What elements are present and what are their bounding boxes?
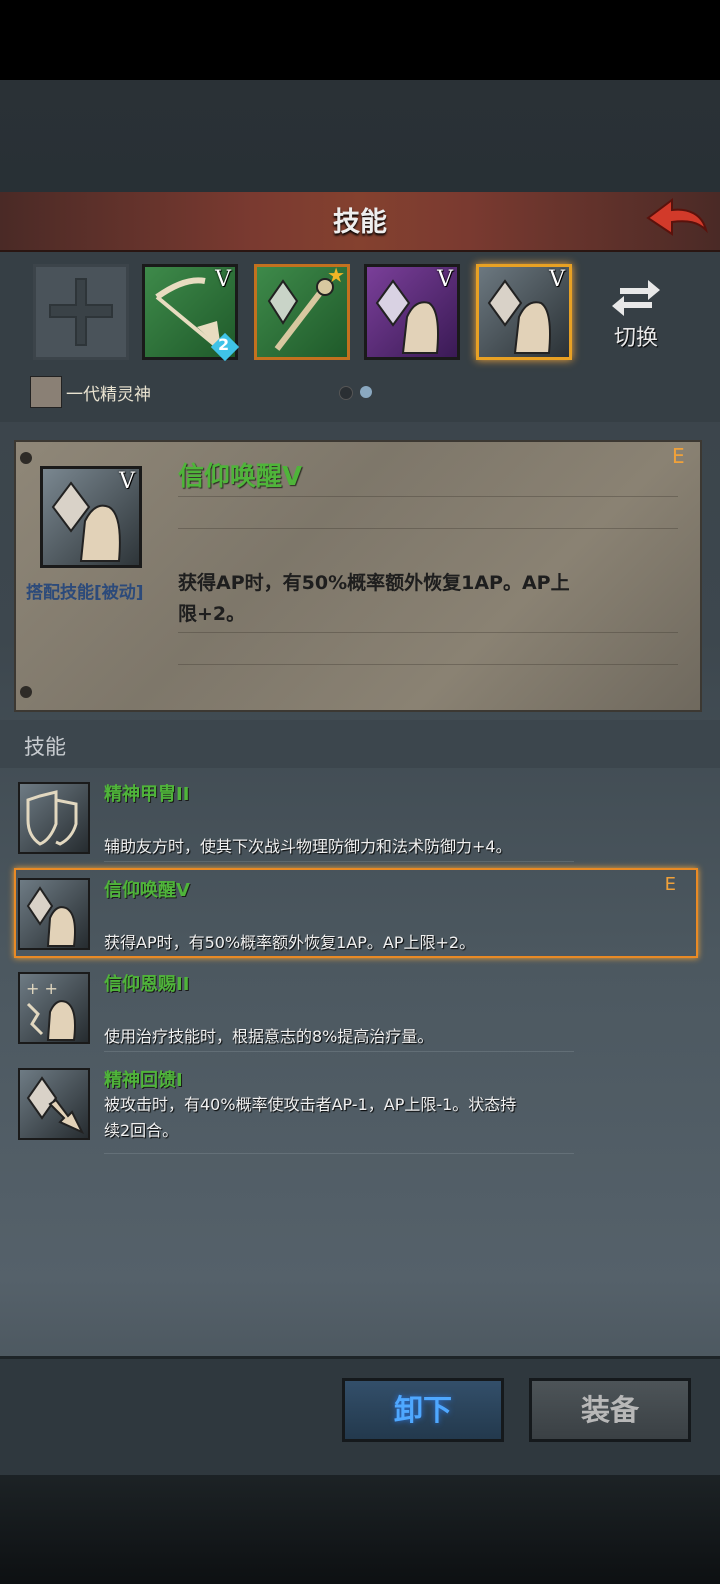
detail-divider bbox=[178, 664, 678, 665]
skill-name: 精神回馈I bbox=[104, 1070, 183, 1091]
character-name: 一代精灵神 bbox=[66, 385, 151, 405]
row-divider bbox=[104, 1051, 574, 1052]
faith-awaken-icon bbox=[18, 878, 90, 950]
description-line: 限+2。 bbox=[178, 603, 246, 625]
detail-skill-description: 获得AP时，有50%概率额外恢复1AP。AP上 限+2。 bbox=[178, 568, 628, 630]
detail-divider bbox=[178, 528, 678, 529]
empty-skill-slot[interactable] bbox=[33, 264, 129, 360]
detail-skill-name: 信仰唤醒V bbox=[178, 462, 303, 492]
character-avatar bbox=[30, 376, 62, 408]
skill-description: 获得AP时，有50%概率额外恢复1AP。AP上限+2。 bbox=[104, 933, 476, 952]
skill-slot-4[interactable]: V bbox=[476, 264, 572, 360]
skill-rank: V bbox=[549, 267, 565, 292]
skill-slot-2[interactable]: ★ bbox=[254, 263, 350, 360]
svg-text:+ +: + + bbox=[26, 979, 58, 998]
skill-list-item[interactable]: 精神甲胄II 辅助友方时，使其下次战斗物理防御力和法术防御力+4。 bbox=[14, 772, 698, 862]
equip-button[interactable]: 装备 bbox=[529, 1378, 691, 1442]
status-bar-area bbox=[0, 0, 720, 80]
skills-section-header bbox=[0, 720, 720, 768]
skill-description: 使用治疗技能时，根据意志的8%提高治疗量。 bbox=[104, 1027, 434, 1046]
skill-description: 辅助友方时，使其下次战斗物理防御力和法术防御力+4。 bbox=[104, 837, 512, 856]
back-button[interactable] bbox=[644, 196, 710, 246]
skill-rank: V bbox=[119, 469, 135, 494]
skill-type-label: 搭配技能[被动] bbox=[26, 583, 144, 603]
gem-count: 2 bbox=[218, 335, 230, 354]
mind-armor-icon bbox=[18, 782, 90, 854]
bottom-area bbox=[0, 1472, 720, 1584]
skill-list-item[interactable]: + + 信仰恩赐II 使用治疗技能时，根据意志的8%提高治疗量。 bbox=[14, 962, 698, 1052]
skill-rank: V bbox=[437, 267, 453, 292]
row-divider bbox=[104, 1153, 574, 1154]
swap-arrows-icon bbox=[612, 280, 660, 316]
cross-icon bbox=[49, 278, 113, 346]
skill-rank: V bbox=[215, 267, 231, 292]
page-dot[interactable] bbox=[339, 386, 353, 400]
skill-list-item-selected[interactable]: 信仰唤醒V E 获得AP时，有50%概率额外恢复1AP。AP上限+2。 bbox=[14, 868, 698, 958]
skill-name: 信仰恩赐II bbox=[104, 974, 190, 995]
page-title: 技能 bbox=[333, 207, 387, 238]
detail-rank-letter: E bbox=[672, 444, 685, 468]
background-top bbox=[0, 80, 720, 192]
description-line: 续2回合。 bbox=[104, 1121, 179, 1140]
rivet-icon bbox=[20, 452, 32, 464]
skills-section-label: 技能 bbox=[24, 735, 66, 759]
page-dot-active[interactable] bbox=[360, 386, 372, 398]
switch-label: 切换 bbox=[613, 326, 658, 351]
detail-skill-icon: V bbox=[40, 466, 142, 568]
skill-description: 被攻击时，有40%概率使攻击者AP-1，AP上限-1。状态持 续2回合。 bbox=[104, 1092, 584, 1144]
star-icon: ★ bbox=[327, 263, 345, 287]
skill-list-item[interactable]: 精神回馈I 被攻击时，有40%概率使攻击者AP-1，AP上限-1。状态持 续2回… bbox=[14, 1058, 698, 1154]
rivet-icon bbox=[20, 686, 32, 698]
skill-name: 精神甲胄II bbox=[104, 784, 190, 805]
skill-name: 信仰唤醒V bbox=[104, 880, 190, 901]
description-line: 被攻击时，有40%概率使攻击者AP-1，AP上限-1。状态持 bbox=[104, 1095, 517, 1114]
skill-slot-3[interactable]: V bbox=[364, 264, 460, 360]
description-line: 获得AP时，有50%概率额外恢复1AP。AP上 bbox=[178, 572, 570, 594]
detail-divider bbox=[178, 496, 678, 497]
unequip-button[interactable]: 卸下 bbox=[342, 1378, 504, 1442]
row-divider bbox=[104, 861, 574, 862]
switch-button[interactable]: 切换 bbox=[604, 276, 668, 356]
skill-slot-1[interactable]: V 2 bbox=[142, 264, 240, 362]
faith-gift-icon: + + bbox=[18, 972, 90, 1044]
skill-rank-letter: E bbox=[664, 874, 676, 895]
back-arrow-icon bbox=[646, 198, 708, 236]
mind-feedback-icon bbox=[18, 1068, 90, 1140]
detail-divider bbox=[178, 632, 678, 633]
